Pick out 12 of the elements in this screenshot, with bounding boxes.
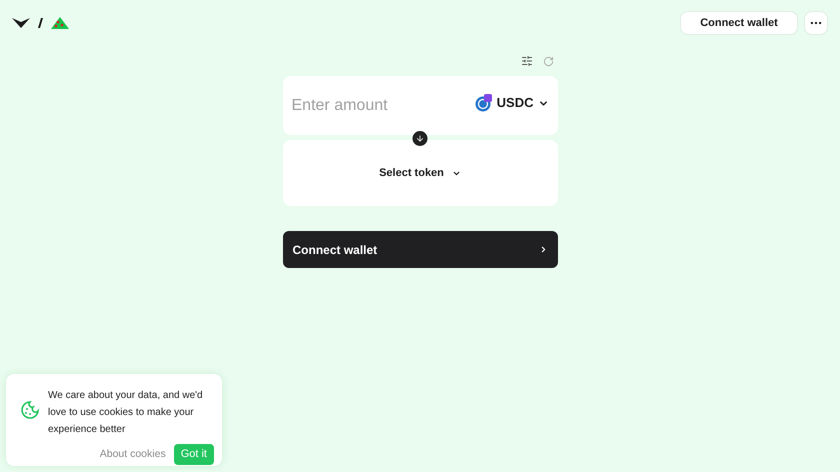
cookie-icon <box>20 400 40 420</box>
connect-wallet-button[interactable]: Connect wallet <box>680 11 798 35</box>
connect-wallet-submit-button[interactable]: Connect wallet <box>282 231 558 268</box>
select-token-button[interactable]: Select token <box>379 164 461 182</box>
settings-icon[interactable] <box>520 55 532 67</box>
coin-icon <box>474 94 493 112</box>
amount-field[interactable]: Enter amount <box>292 94 442 118</box>
arrow-down-icon <box>416 134 424 143</box>
token-selector[interactable]: USDC <box>474 93 548 113</box>
more-button[interactable] <box>804 11 828 35</box>
about-cookies-link[interactable]: About cookies <box>100 446 166 462</box>
cookie-message: We care about your data, and we'd love to use cookies to make your experience better <box>48 389 204 437</box>
